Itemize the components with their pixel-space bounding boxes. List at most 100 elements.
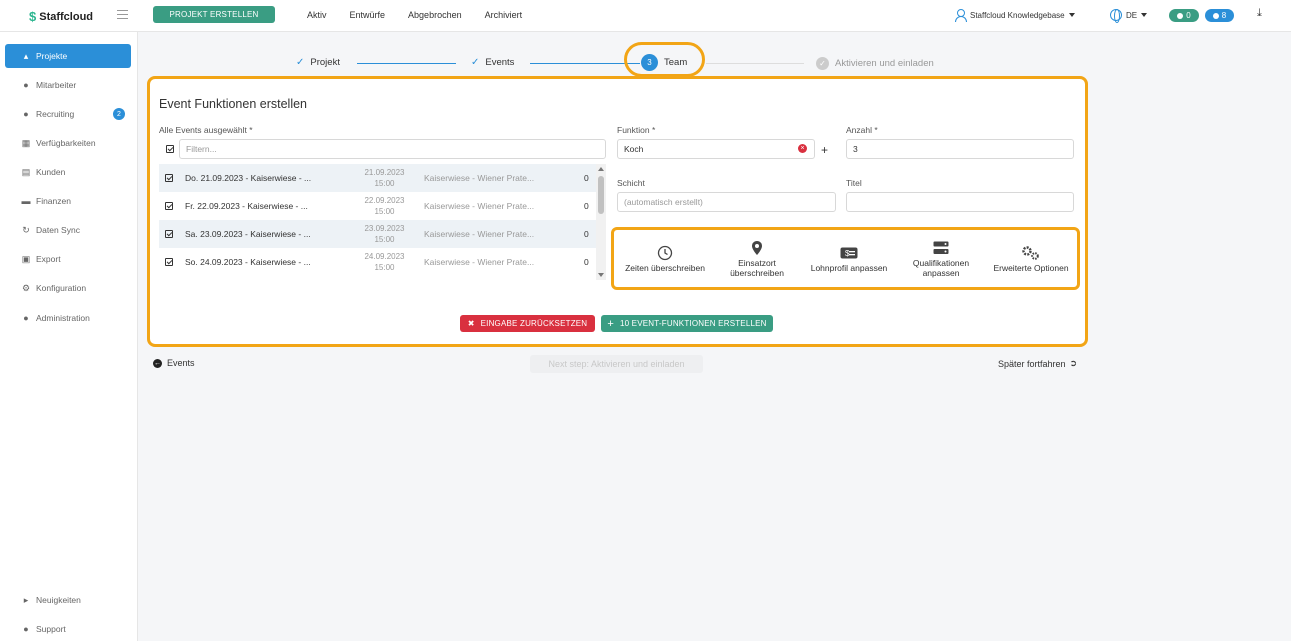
event-date: 21.09.2023 bbox=[364, 168, 405, 177]
nav-abgebrochen[interactable]: Abgebrochen bbox=[408, 10, 462, 20]
sidebar-item-label: Support bbox=[36, 624, 66, 634]
reset-button[interactable]: ✖ EINGABE ZURÜCKSETZEN bbox=[460, 315, 595, 332]
sidebar-item-support[interactable]: ● Support bbox=[5, 617, 131, 641]
filter-input[interactable]: Filtern... bbox=[179, 139, 606, 159]
menu-toggle-icon[interactable] bbox=[117, 10, 128, 19]
nav-archiviert[interactable]: Archiviert bbox=[485, 10, 523, 20]
sidebar-item-kunden[interactable]: ▤ Kunden bbox=[5, 160, 131, 184]
sidebar-item-projekte[interactable]: ▴ Projekte bbox=[5, 44, 131, 68]
badge-count: 8 bbox=[1221, 11, 1227, 20]
step-events[interactable]: ✓ Events bbox=[471, 57, 514, 68]
sidebar-item-label: Neuigkeiten bbox=[36, 595, 81, 605]
event-count: 0 bbox=[584, 229, 589, 239]
sidebar-item-recruiting[interactable]: ● Recruiting 2 bbox=[5, 102, 131, 126]
step-connector bbox=[357, 63, 456, 64]
sidebar-item-verfuegbarkeiten[interactable]: ▦ Verfügbarkeiten bbox=[5, 131, 131, 155]
download-icon[interactable] bbox=[1257, 7, 1267, 20]
account-name: Staffcloud Knowledgebase bbox=[970, 10, 1065, 20]
sidebar-item-label: Konfiguration bbox=[36, 283, 87, 293]
funktion-label: Funktion * bbox=[617, 125, 656, 135]
building-icon: ▤ bbox=[21, 166, 31, 177]
language-selector[interactable]: DE bbox=[1110, 9, 1148, 23]
scroll-down-icon[interactable] bbox=[598, 273, 604, 277]
option-einsatzort[interactable]: Einsatzort überschreiben bbox=[712, 230, 802, 287]
option-label: Qualifikationen anpassen bbox=[912, 257, 970, 278]
sidebar-item-administration[interactable]: ● Administration bbox=[5, 306, 131, 330]
account-menu[interactable]: Staffcloud Knowledgebase bbox=[955, 9, 1075, 22]
list-item[interactable]: Fr. 22.09.2023 - Kaiserwiese - ... 22.09… bbox=[159, 192, 596, 220]
option-label: Lohnprofil anpassen bbox=[810, 262, 888, 273]
event-date: 23.09.2023 bbox=[364, 224, 405, 233]
toggle-icon bbox=[1177, 12, 1184, 19]
funktion-select[interactable]: Koch bbox=[617, 139, 815, 159]
scroll-up-icon[interactable] bbox=[598, 167, 604, 171]
sidebar-item-finanzen[interactable]: ▬ Finanzen bbox=[5, 189, 131, 213]
step-label: Aktivieren und einladen bbox=[835, 58, 934, 69]
later-label: Später fortfahren bbox=[998, 358, 1066, 369]
back-label: Events bbox=[167, 358, 195, 368]
step-label: Events bbox=[485, 57, 515, 68]
clock-icon bbox=[657, 245, 673, 261]
select-all-checkbox[interactable] bbox=[166, 145, 174, 153]
event-name: Sa. 23.09.2023 - Kaiserwiese - ... bbox=[185, 229, 311, 239]
plus-icon: + bbox=[607, 317, 614, 330]
event-checkbox[interactable] bbox=[165, 174, 173, 182]
globe-icon bbox=[1110, 9, 1122, 23]
app-logo[interactable]: $ Staffcloud bbox=[29, 9, 93, 24]
notification-badge[interactable]: 8 bbox=[1205, 9, 1234, 22]
top-bar: $ Staffcloud PROJEKT ERSTELLEN Aktiv Ent… bbox=[0, 0, 1291, 32]
titel-label: Titel bbox=[846, 178, 862, 188]
sidebar-item-mitarbeiter[interactable]: ● Mitarbeiter bbox=[5, 73, 131, 97]
step-projekt[interactable]: ✓ Projekt bbox=[296, 57, 340, 68]
status-badge-green[interactable]: 0 bbox=[1169, 9, 1199, 22]
money-icon: ▬ bbox=[21, 196, 31, 206]
sidebar-item-export[interactable]: ▣ Export bbox=[5, 247, 131, 271]
highlight-annotation bbox=[624, 42, 705, 77]
events-scrollbar[interactable] bbox=[596, 164, 606, 280]
nav-entwuerfe[interactable]: Entwürfe bbox=[350, 10, 386, 20]
continue-later-link[interactable]: Später fortfahren ➲ bbox=[998, 358, 1077, 369]
list-item[interactable]: So. 24.09.2023 - Kaiserwiese - ... 24.09… bbox=[159, 248, 596, 276]
list-item[interactable]: Do. 21.09.2023 - Kaiserwiese - ... 21.09… bbox=[159, 164, 596, 192]
comments-icon: ● bbox=[23, 624, 29, 634]
close-icon: ✖ bbox=[467, 319, 475, 328]
option-zeiten[interactable]: Zeiten überschreiben bbox=[618, 230, 712, 287]
sidebar-item-label: Finanzen bbox=[36, 196, 71, 206]
next-step-button[interactable]: Next step: Aktivieren und einladen bbox=[530, 355, 703, 373]
event-time: 15:00 bbox=[374, 179, 395, 188]
cogs-icon bbox=[1021, 245, 1041, 261]
create-project-button[interactable]: PROJEKT ERSTELLEN bbox=[153, 6, 275, 23]
option-lohnprofil[interactable]: $ Lohnprofil anpassen bbox=[802, 230, 896, 287]
back-to-events-link[interactable]: ← Events bbox=[153, 358, 195, 368]
options-panel: Zeiten überschreiben Einsatzort überschr… bbox=[611, 227, 1080, 290]
event-checkbox[interactable] bbox=[165, 230, 173, 238]
sidebar-item-label: Projekte bbox=[36, 51, 68, 61]
anzahl-input[interactable]: 3 bbox=[846, 139, 1074, 159]
sidebar-item-neuigkeiten[interactable]: ▸ Neuigkeiten bbox=[5, 588, 131, 612]
megaphone-icon: ▸ bbox=[23, 594, 29, 605]
event-datetime: 23.09.2023 15:00 bbox=[357, 223, 412, 245]
event-datetime: 22.09.2023 15:00 bbox=[357, 195, 412, 217]
scroll-thumb[interactable] bbox=[598, 176, 604, 214]
sidebar-item-label: Daten Sync bbox=[36, 225, 80, 235]
svg-text:$: $ bbox=[845, 249, 850, 258]
option-erweitert[interactable]: Erweiterte Optionen bbox=[986, 230, 1076, 287]
option-qualifikationen[interactable]: Qualifikationen anpassen bbox=[896, 230, 986, 287]
sidebar-item-label: Kunden bbox=[36, 167, 66, 177]
sidebar-item-label: Administration bbox=[36, 313, 90, 323]
map-marker-icon bbox=[751, 240, 763, 256]
event-checkbox[interactable] bbox=[165, 258, 173, 266]
server-icon bbox=[933, 240, 949, 256]
nav-aktiv[interactable]: Aktiv bbox=[307, 10, 327, 20]
sitemap-icon: ▴ bbox=[23, 50, 29, 61]
sidebar-item-konfiguration[interactable]: ⚙ Konfiguration bbox=[5, 276, 131, 300]
clear-icon[interactable]: × bbox=[798, 144, 807, 153]
schicht-input[interactable]: (automatisch erstellt) bbox=[617, 192, 836, 212]
sidebar-item-daten-sync[interactable]: ↻ Daten Sync bbox=[5, 218, 131, 242]
add-function-icon[interactable]: + bbox=[821, 143, 828, 157]
event-checkbox[interactable] bbox=[165, 202, 173, 210]
list-item[interactable]: Sa. 23.09.2023 - Kaiserwiese - ... 23.09… bbox=[159, 220, 596, 248]
titel-input[interactable] bbox=[846, 192, 1074, 212]
create-functions-button[interactable]: + 10 EVENT-FUNKTIONEN ERSTELLEN bbox=[601, 315, 773, 332]
user-gear-icon: ● bbox=[23, 313, 29, 323]
